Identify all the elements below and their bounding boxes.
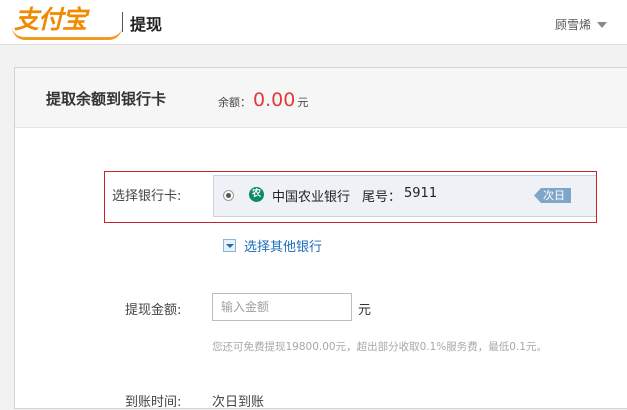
- arrival-time-label: 到账时间:: [125, 395, 182, 410]
- balance-unit: 元: [297, 96, 309, 109]
- arrival-tag: 次日: [534, 188, 571, 203]
- balance-amount: 0.00: [253, 89, 296, 111]
- tail-number-label: 尾号：: [362, 190, 402, 205]
- other-bank-label: 选择其他银行: [244, 240, 323, 255]
- amount-label: 提现金额:: [125, 303, 182, 318]
- chevron-down-icon: [597, 21, 607, 28]
- bank-card-option[interactable]: 农 中国农业银行 尾号： 5911 次日: [213, 175, 596, 217]
- panel-title: 提取余额到银行卡: [46, 90, 167, 108]
- logo-swoosh-icon: [12, 27, 122, 40]
- balance-display: 余额： 0.00 元: [218, 89, 308, 111]
- header-divider: [122, 12, 123, 32]
- page-title: 提现: [130, 15, 163, 34]
- balance-label: 余额：: [218, 96, 251, 109]
- dropdown-arrow-icon: [223, 239, 236, 252]
- arrival-time-value: 次日到账: [212, 395, 265, 410]
- abc-bank-icon: 农: [249, 187, 264, 202]
- select-other-bank-link[interactable]: 选择其他银行: [223, 236, 322, 255]
- withdraw-panel: 提取余额到银行卡 余额： 0.00 元 选择银行卡: 农 中国农业银行 尾号： …: [14, 67, 627, 410]
- panel-header: 提取余额到银行卡 余额： 0.00 元: [15, 68, 627, 128]
- amount-unit: 元: [358, 303, 372, 318]
- fee-hint: 您还可免费提现19800.00元，超出部分收取0.1%服务费，最低0.1元。: [212, 341, 547, 353]
- tail-number: 5911: [404, 186, 438, 201]
- top-header: 支付宝 提现 顾雪烯: [0, 0, 627, 45]
- alipay-logo[interactable]: 支付宝: [12, 4, 122, 40]
- bank-card-radio[interactable]: [223, 190, 234, 201]
- user-menu[interactable]: 顾雪烯: [555, 16, 607, 33]
- user-name: 顾雪烯: [554, 18, 591, 32]
- amount-input[interactable]: [212, 293, 352, 321]
- bank-name: 中国农业银行: [272, 190, 351, 205]
